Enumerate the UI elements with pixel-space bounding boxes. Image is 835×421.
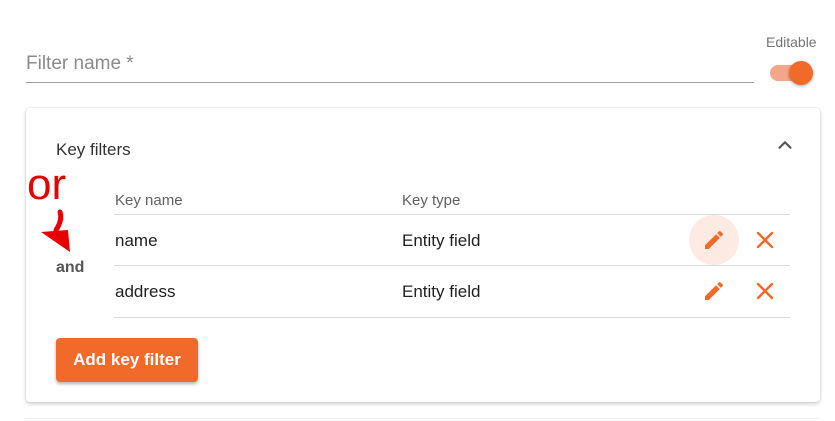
remove-button[interactable] [740,215,790,265]
key-name-cell: address [115,282,176,301]
filter-name-placeholder: Filter name * [26,53,134,74]
editable-label: Editable [766,34,817,50]
key-type-cell: Entity field [402,282,481,301]
key-name-cell: name [115,231,158,250]
row-divider [114,265,790,266]
header-divider [114,214,790,215]
editable-toggle[interactable] [770,61,814,85]
toggle-thumb [789,61,813,85]
chevron-up-icon[interactable] [774,134,796,156]
edit-button[interactable] [689,215,739,265]
filter-name-input[interactable]: Filter name * [26,48,754,83]
pencil-icon [705,281,724,300]
bottom-divider [26,418,820,419]
operator-label: and [56,259,85,276]
row-divider [114,317,790,318]
add-key-filter-button[interactable]: Add key filter [56,338,198,382]
key-filters-panel: Key filters Key name Key type and name E… [26,108,820,402]
annotation-or-text: or [27,160,67,209]
key-type-cell: Entity field [402,231,481,250]
close-icon [756,282,774,300]
pencil-icon [705,230,724,249]
edit-button[interactable] [689,266,739,316]
page: Filter name * Editable Key filters Key n… [0,0,835,421]
column-header-key-name: Key name [115,192,183,209]
key-filters-title: Key filters [56,140,131,159]
close-icon [756,231,774,249]
column-header-key-type: Key type [402,192,461,209]
remove-button[interactable] [740,266,790,316]
arrow-down-icon [41,209,70,252]
